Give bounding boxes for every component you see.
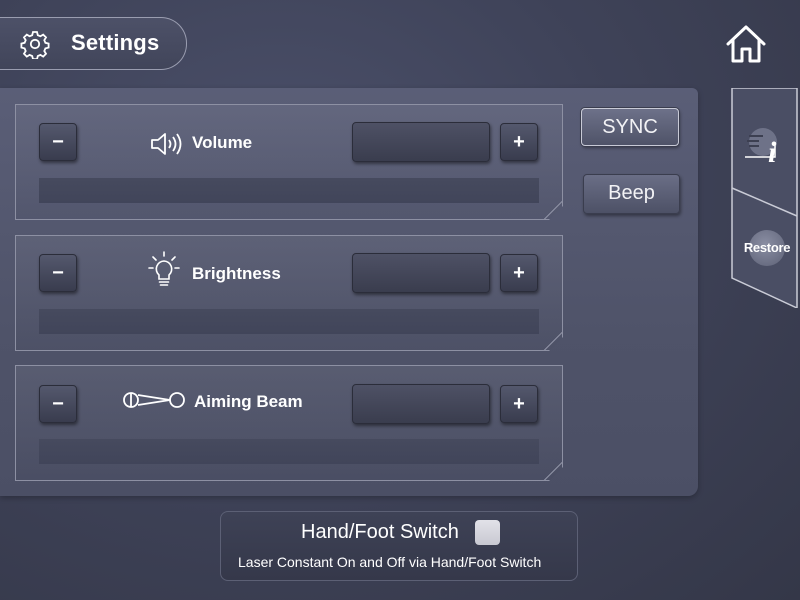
volume-decrease-button[interactable]: − [39,123,77,161]
aiming-beam-label: Aiming Beam [194,392,303,411]
svg-text:i: i [768,136,777,168]
aiming-beam-card: − Aiming Beam + [15,365,563,481]
aiming-beam-value [352,384,490,424]
brightness-value [352,253,490,293]
gear-icon [20,31,50,59]
volume-card: − Volume + [15,104,563,220]
brightness-slider[interactable] [39,309,539,334]
volume-label: Volume [192,133,253,152]
hand-foot-switch-panel: Hand/Foot Switch Laser Constant On and O… [220,511,578,581]
home-icon[interactable] [724,22,768,66]
side-panel: i Restore [731,88,800,308]
volume-increase-button[interactable]: + [500,123,538,161]
beep-button[interactable]: Beep [583,174,680,214]
brightness-decrease-button[interactable]: − [39,254,77,292]
aiming-beam-icon [122,388,186,412]
volume-value [352,122,490,162]
info-icon[interactable]: i [741,122,789,168]
aiming-beam-decrease-button[interactable]: − [39,385,77,423]
hand-foot-switch-description: Laser Constant On and Off via Hand/Foot … [238,554,542,570]
settings-header: Settings [0,17,187,70]
hand-foot-switch-label: Hand/Foot Switch [301,521,459,543]
restore-button[interactable]: Restore [744,228,790,268]
brightness-card: − Brightness + [15,235,563,351]
restore-label: Restore [743,240,791,255]
aiming-beam-increase-button[interactable]: + [500,385,538,423]
hand-foot-switch-checkbox[interactable] [475,520,500,545]
volume-slider[interactable] [39,178,539,203]
aiming-beam-slider[interactable] [39,439,539,464]
lightbulb-icon [147,250,181,290]
speaker-icon [149,131,183,157]
page-title: Settings [71,30,160,55]
brightness-label: Brightness [192,264,281,283]
brightness-increase-button[interactable]: + [500,254,538,292]
sync-button[interactable]: SYNC [581,108,679,146]
